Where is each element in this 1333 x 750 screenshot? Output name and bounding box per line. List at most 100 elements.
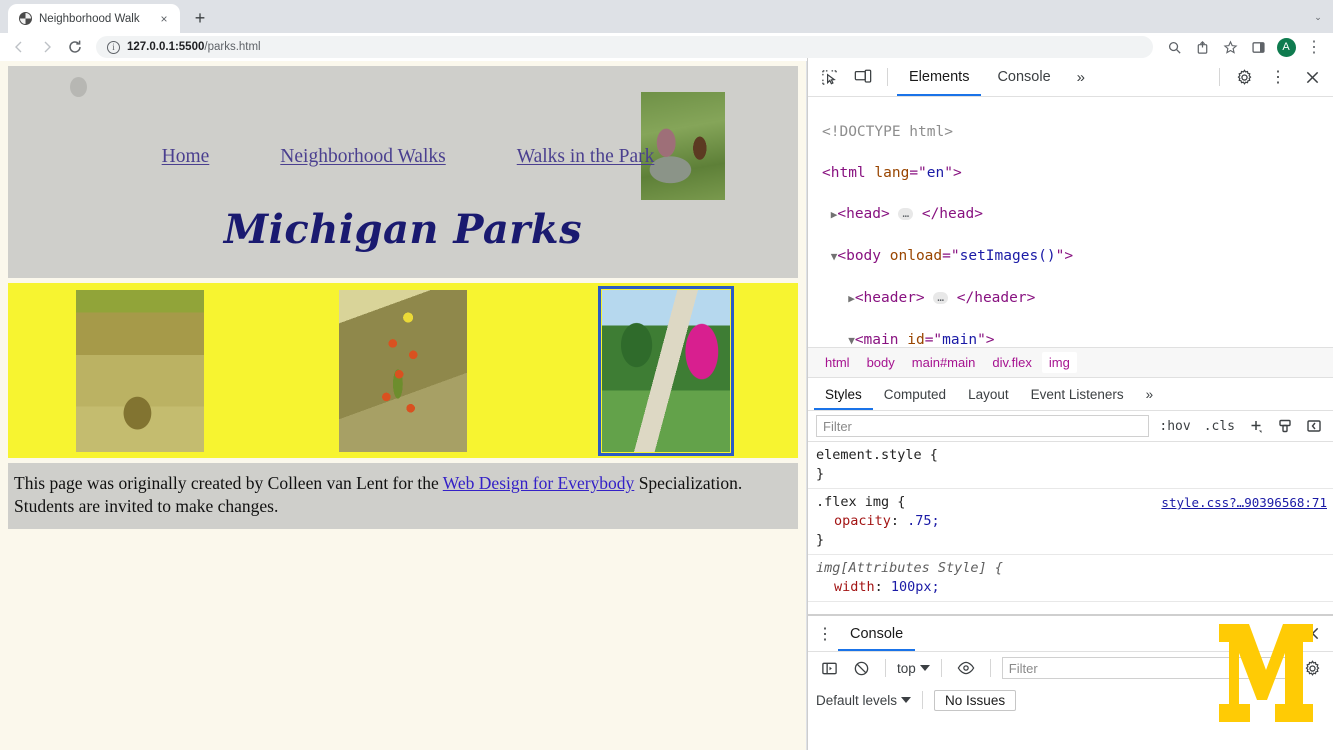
- page-footer: This page was originally created by Coll…: [8, 463, 798, 530]
- style-declaration[interactable]: opacity: .75;: [816, 512, 1333, 531]
- console-toolbar: top Filter: [808, 652, 1333, 684]
- toggle-element-classes[interactable]: .cls: [1201, 419, 1238, 434]
- gallery-image-tulips[interactable]: [338, 289, 467, 452]
- style-rule-close: }: [816, 532, 825, 548]
- tab-computed[interactable]: Computed: [873, 378, 957, 410]
- tab-layout[interactable]: Layout: [957, 378, 1020, 410]
- page-header: Home Neighborhood Walks Walks in the Par…: [8, 66, 798, 278]
- chevron-down-icon[interactable]: ⌄: [1303, 3, 1333, 31]
- console-sidebar-icon[interactable]: [816, 655, 842, 681]
- nav-link-neighborhood-walks[interactable]: Neighborhood Walks: [280, 146, 445, 168]
- clear-console-icon[interactable]: [848, 655, 874, 681]
- dom-line-body[interactable]: ▼<body onload="setImages()">: [822, 246, 1333, 268]
- device-toolbar-icon[interactable]: [848, 62, 878, 92]
- console-drawer: ⋮ Console top Filter Default levels No I…: [807, 614, 1333, 750]
- style-declaration[interactable]: width: 100px;: [816, 578, 1333, 597]
- style-property[interactable]: width: [816, 579, 875, 595]
- breadcrumb-body[interactable]: body: [860, 352, 902, 373]
- no-issues-button[interactable]: No Issues: [934, 689, 1017, 711]
- style-rule-element-style[interactable]: element.style { }: [808, 442, 1333, 489]
- tab-styles[interactable]: Styles: [814, 378, 873, 410]
- bookmark-star-icon[interactable]: [1217, 34, 1243, 60]
- close-devtools-icon[interactable]: [1297, 62, 1327, 92]
- gallery-image-park-focused[interactable]: [598, 285, 735, 456]
- console-divider-2: [940, 659, 942, 677]
- paintbrush-icon[interactable]: [1274, 415, 1296, 437]
- tab-elements[interactable]: Elements: [897, 58, 982, 96]
- drawer-tab-console[interactable]: Console: [838, 616, 916, 651]
- search-icon[interactable]: [1161, 34, 1187, 60]
- gallery-image-labradoodle[interactable]: [75, 289, 204, 452]
- style-rule-close: }: [816, 466, 825, 482]
- globe-icon: [19, 12, 32, 25]
- browser-window: Neighborhood Walk × + ⌄ i 127.0.0.1:5500…: [0, 0, 1333, 750]
- breadcrumb-img[interactable]: img: [1041, 352, 1077, 373]
- plus-icon[interactable]: [1245, 415, 1267, 437]
- dom-line-header[interactable]: ▶<header> … </header>: [822, 288, 1333, 310]
- devtools-toolbar: Elements Console » ⋮: [808, 58, 1333, 97]
- breadcrumb-main[interactable]: main#main: [905, 352, 983, 373]
- inspect-element-icon[interactable]: [814, 62, 844, 92]
- toggle-hover-state[interactable]: :hov: [1156, 419, 1193, 434]
- dom-line-head[interactable]: ▶<head> … </head>: [822, 204, 1333, 226]
- nav-link-home[interactable]: Home: [162, 146, 210, 168]
- live-expression-icon[interactable]: [953, 655, 979, 681]
- more-pane-tabs-icon[interactable]: »: [1135, 378, 1165, 410]
- style-property[interactable]: opacity: [816, 513, 891, 529]
- back-button[interactable]: [6, 34, 32, 60]
- console-context-label: top: [897, 660, 916, 676]
- site-info-icon[interactable]: i: [107, 40, 120, 54]
- decorative-blob: [70, 77, 87, 97]
- nav-link-walks-in-the-park[interactable]: Walks in the Park: [517, 146, 655, 168]
- side-panel-icon[interactable]: [1245, 34, 1271, 60]
- profile-avatar[interactable]: A: [1273, 34, 1299, 60]
- url-host: 127.0.0.1:5500: [127, 41, 205, 53]
- breadcrumb: html body main#main div.flex img: [808, 347, 1333, 378]
- share-icon[interactable]: [1189, 34, 1215, 60]
- page-title: Michigan Parks: [223, 206, 583, 253]
- styles-filter-input[interactable]: Filter: [816, 415, 1150, 437]
- console-levels-label: Default levels: [816, 692, 898, 708]
- console-divider-4: [922, 691, 924, 709]
- chevron-down-icon: [901, 697, 912, 703]
- console-filter-input[interactable]: Filter: [1001, 657, 1293, 679]
- console-output-area[interactable]: [808, 716, 1333, 750]
- toggle-sidebar-icon[interactable]: [1303, 415, 1325, 437]
- site-navigation: Home Neighborhood Walks Walks in the Par…: [8, 146, 798, 168]
- dom-tree[interactable]: <!DOCTYPE html> <html lang="en"> ▶<head>…: [808, 97, 1333, 348]
- devtools-menu-icon[interactable]: ⋮: [1263, 62, 1293, 92]
- more-tabs-icon[interactable]: »: [1067, 69, 1095, 86]
- new-tab-button[interactable]: +: [186, 4, 214, 32]
- drawer-tab-bar: ⋮ Console: [808, 616, 1333, 652]
- dom-line-html[interactable]: <html lang="en">: [822, 163, 1333, 184]
- breadcrumb-html[interactable]: html: [818, 352, 857, 373]
- style-rule-flex-img[interactable]: style.css?…90396568:71 .flex img { opaci…: [808, 489, 1333, 555]
- console-settings-gear-icon[interactable]: [1299, 655, 1325, 681]
- close-icon[interactable]: ×: [156, 11, 172, 27]
- close-drawer-icon[interactable]: [1297, 619, 1327, 649]
- footer-link-web-design-for-everybody[interactable]: Web Design for Everybody: [443, 473, 635, 493]
- gear-icon[interactable]: [1229, 62, 1259, 92]
- browser-tab[interactable]: Neighborhood Walk ×: [8, 4, 180, 33]
- console-context-selector[interactable]: top: [897, 661, 930, 676]
- styles-pane-tabs: Styles Computed Layout Event Listeners »: [808, 378, 1333, 411]
- forward-button[interactable]: [34, 34, 60, 60]
- style-value[interactable]: 100px;: [891, 579, 940, 595]
- avatar: A: [1276, 37, 1296, 57]
- breadcrumb-div-flex[interactable]: div.flex: [985, 352, 1039, 373]
- drawer-menu-icon[interactable]: ⋮: [814, 619, 836, 649]
- address-bar[interactable]: i 127.0.0.1:5500/parks.html: [96, 36, 1153, 58]
- chevron-down-icon: [919, 665, 930, 671]
- style-source-link[interactable]: style.css?…90396568:71: [1161, 493, 1327, 512]
- browser-toolbar: i 127.0.0.1:5500/parks.html A ⋮: [0, 33, 1333, 61]
- toolbar-divider: [887, 68, 888, 86]
- console-default-levels-selector[interactable]: Default levels: [816, 692, 912, 708]
- tab-event-listeners[interactable]: Event Listeners: [1020, 378, 1135, 410]
- tab-console[interactable]: Console: [985, 58, 1062, 96]
- style-rule-img-attributes[interactable]: img[Attributes Style] { width: 100px;: [808, 555, 1333, 602]
- page-viewport: Home Neighborhood Walks Walks in the Par…: [0, 61, 806, 750]
- style-value[interactable]: .75;: [907, 513, 940, 529]
- browser-menu-button[interactable]: ⋮: [1301, 34, 1327, 60]
- dom-line-main[interactable]: ▼<main id="main">: [822, 330, 1333, 348]
- reload-button[interactable]: [62, 34, 88, 60]
